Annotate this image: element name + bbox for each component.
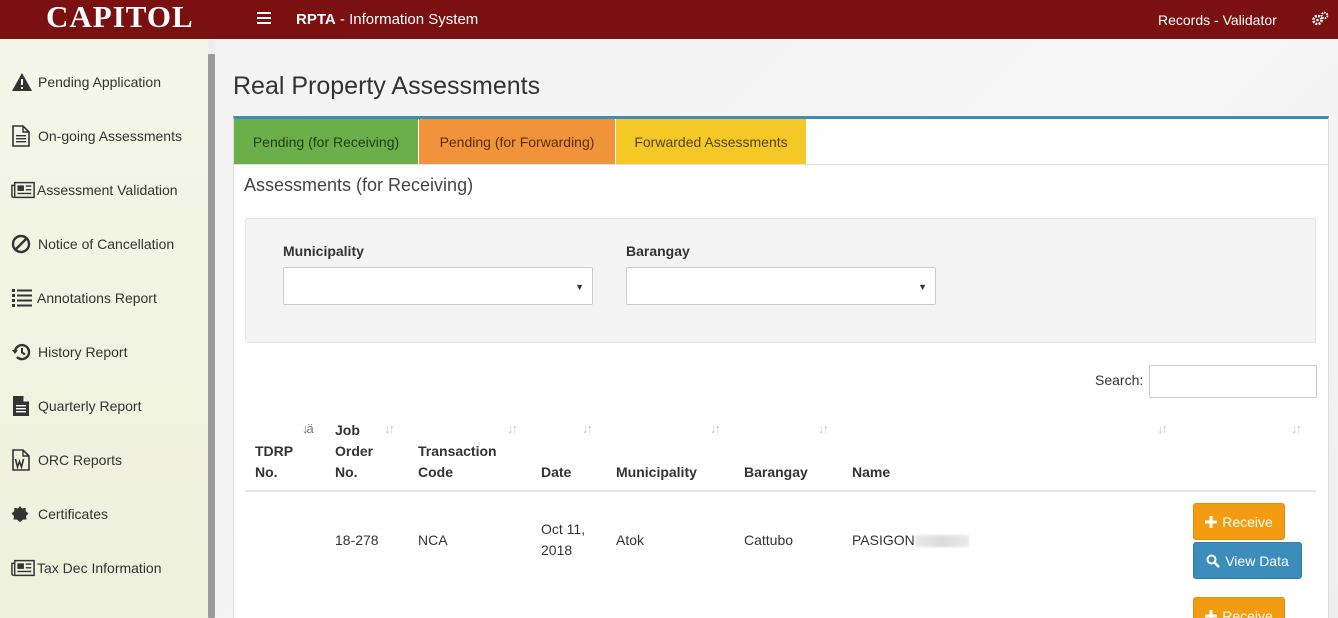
tab-pending-for-forwarding[interactable]: Pending (for Forwarding): [419, 119, 615, 164]
file-text-icon: [11, 395, 35, 417]
settings-cogs-icon[interactable]: [1311, 11, 1329, 27]
municipality-label: Municipality: [283, 243, 364, 259]
sidebar-item-label: Pending Application: [38, 74, 161, 90]
hamburger-menu-icon[interactable]: [257, 12, 271, 24]
warning-icon: [11, 72, 35, 92]
brand-logo[interactable]: CAPITOL: [46, 0, 194, 34]
document-icon: [11, 125, 35, 147]
newspaper-icon: [11, 559, 35, 577]
sort-icon[interactable]: ↓↑: [818, 421, 829, 436]
sidebar-item-label: Annotations Report: [37, 290, 157, 306]
sidebar-item-label: Tax Dec Information: [37, 560, 162, 576]
sidebar-item-quarterly-report[interactable]: Quarterly Report: [11, 394, 141, 418]
column-header-line: No.: [335, 464, 358, 480]
sidebar-item-certificates[interactable]: Certificates: [11, 502, 108, 526]
search-label: Search:: [1095, 372, 1144, 388]
column-header-barangay[interactable]: Barangay: [744, 462, 808, 483]
plus-icon: [1205, 609, 1218, 618]
view-data-button[interactable]: View Data: [1193, 542, 1302, 579]
search-input[interactable]: [1149, 365, 1317, 398]
section-title: Assessments (for Receiving): [244, 175, 474, 195]
receive-button[interactable]: Receive: [1193, 503, 1285, 540]
sidebar-item-annotations-report[interactable]: Annotations Report: [11, 286, 157, 310]
sidebar-item-orc-reports[interactable]: ORC Reports: [11, 448, 122, 472]
sort-icon[interactable]: ↓↑: [710, 421, 721, 436]
sidebar-item-ongoing-assessments[interactable]: On-going Assessments: [11, 124, 182, 148]
column-header-name[interactable]: Name: [852, 462, 890, 483]
newspaper-icon: [11, 181, 35, 199]
sidebar-item-label: Quarterly Report: [38, 398, 142, 414]
sort-icon[interactable]: ↓↑: [507, 421, 518, 436]
sidebar-item-assessment-validation[interactable]: Assessment Validation: [11, 178, 178, 202]
barangay-select[interactable]: ▼: [626, 267, 936, 305]
column-header-line: TDRP: [255, 443, 294, 459]
table-header-divider: [245, 490, 1316, 492]
cell-name: PASIGON: [852, 530, 969, 551]
column-header-line: Transaction: [418, 443, 497, 459]
cell-barangay: Cattubo: [744, 532, 794, 548]
sidebar-item-pending-application[interactable]: Pending Application: [11, 70, 161, 94]
sort-icon[interactable]: ↓↑: [1291, 421, 1302, 436]
tab-divider: [234, 164, 1328, 165]
dropdown-arrow-icon: ▼: [918, 282, 927, 292]
cell-date-line: Oct 11,: [541, 521, 586, 537]
cell-job-order-no: 18-278: [335, 532, 379, 548]
plus-icon: [1205, 515, 1218, 528]
list-icon: [11, 288, 35, 308]
sidebar-item-label: Notice of Cancellation: [38, 236, 175, 252]
sort-ascending-icon[interactable]: ↓ä: [302, 421, 314, 436]
dropdown-arrow-icon: ▼: [575, 282, 584, 292]
sidebar-item-label: History Report: [38, 344, 128, 360]
sidebar-scrollbar[interactable]: [208, 54, 215, 618]
sort-icon[interactable]: ↓↑: [1157, 421, 1168, 436]
column-header-line: Order: [335, 443, 374, 459]
cell-municipality: Atok: [616, 532, 645, 548]
tab-bar: Pending (for Receiving) Pending (for For…: [234, 119, 806, 164]
certificate-icon: [11, 505, 35, 523]
user-role-menu[interactable]: Records - Validator: [1158, 12, 1277, 28]
sidebar-item-tax-dec-information[interactable]: Tax Dec Information: [11, 556, 162, 580]
tab-forwarded-assessments[interactable]: Forwarded Assessments: [616, 119, 806, 164]
tab-pending-for-receiving[interactable]: Pending (for Receiving): [234, 119, 418, 164]
municipality-select[interactable]: ▼: [283, 267, 593, 305]
top-navbar: CAPITOL RPTA - Information System Record…: [0, 0, 1338, 39]
app-title-bold: RPTA: [296, 11, 336, 28]
sidebar-item-label: ORC Reports: [38, 452, 123, 468]
ban-icon: [11, 234, 35, 254]
history-icon: [11, 342, 35, 362]
sidebar-item-label: Assessment Validation: [37, 182, 178, 198]
receive-button-label: Receive: [1222, 607, 1273, 618]
search-icon: [1206, 554, 1221, 568]
column-header-line: Job: [335, 422, 360, 438]
column-header-date[interactable]: Date: [541, 462, 571, 483]
redacted-text: [914, 535, 969, 548]
sort-icon[interactable]: ↓↑: [582, 421, 593, 436]
column-header-line: No.: [255, 464, 278, 480]
column-header-transaction-code[interactable]: Transaction Code: [418, 441, 497, 483]
cell-transaction-code: NCA: [418, 532, 448, 548]
view-data-button-label: View Data: [1225, 552, 1289, 569]
page-title: Real Property Assessments: [233, 72, 541, 100]
receive-button[interactable]: Receive: [1193, 597, 1285, 618]
sort-icon[interactable]: ↓↑: [384, 421, 395, 436]
receive-button-label: Receive: [1222, 513, 1273, 530]
cell-date-line: 2018: [541, 542, 573, 558]
word-file-icon: [11, 449, 35, 471]
cell-date: Oct 11, 2018: [541, 519, 585, 561]
column-header-municipality[interactable]: Municipality: [616, 462, 697, 483]
app-title-rest: - Information System: [335, 11, 479, 28]
sidebar-item-history-report[interactable]: History Report: [11, 340, 127, 364]
sidebar-item-label: On-going Assessments: [38, 128, 182, 144]
column-header-tdrp-no[interactable]: TDRP No.: [255, 441, 293, 483]
sidebar-item-label: Certificates: [38, 506, 109, 522]
sidebar-item-notice-of-cancellation[interactable]: Notice of Cancellation: [11, 232, 174, 256]
column-header-job-order-no[interactable]: Job Order No.: [335, 420, 373, 483]
cell-name-text: PASIGON: [852, 532, 915, 548]
column-header-line: Code: [418, 464, 453, 480]
app-title: RPTA - Information System: [296, 11, 478, 28]
barangay-label: Barangay: [626, 243, 690, 259]
